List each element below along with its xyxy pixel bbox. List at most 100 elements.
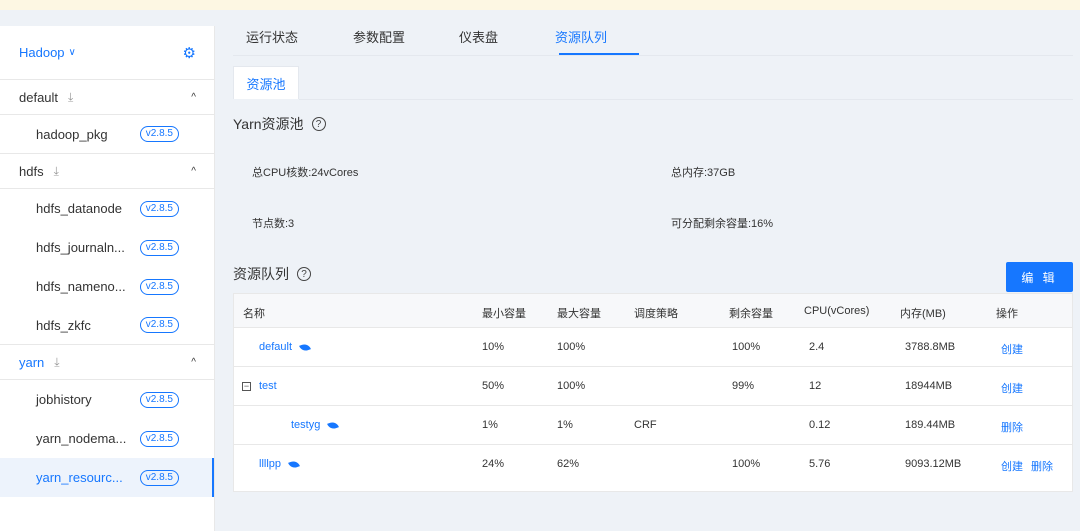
queue-name[interactable]: testyg <box>291 419 340 431</box>
group-hdfs[interactable]: hdfs ⤓ ^ <box>0 154 214 189</box>
tab-dashboard[interactable]: 仪表盘 <box>459 27 498 46</box>
version-badge: v2.8.5 <box>139 430 179 447</box>
sidebar-item-yarn-nodemanager[interactable]: yarn_nodema... v2.8.5 <box>0 419 214 458</box>
service-name: yarn_resourc... <box>36 470 123 485</box>
queue-table: 名称 最小容量 最大容量 调度策略 剩余容量 CPU(vCores) 内存(MB… <box>233 293 1073 492</box>
total-cpu: 总CPU核数:24vCores <box>252 167 359 179</box>
group-name: default <box>19 89 59 105</box>
table-header: 名称 最小容量 最大容量 调度策略 剩余容量 CPU(vCores) 内存(MB… <box>234 294 1072 328</box>
sidebar-item-hdfs-datanode[interactable]: hdfs_datanode v2.8.5 <box>0 189 214 228</box>
tab-config[interactable]: 参数配置 <box>353 27 405 46</box>
delete-link[interactable]: 删除 <box>1001 422 1023 434</box>
help-icon[interactable]: ? <box>297 267 311 281</box>
edit-button[interactable]: 编 辑 <box>1006 262 1073 292</box>
tab-resource-queue[interactable]: 资源队列 <box>555 27 607 46</box>
table-row: − test 50% 100% 99% 12 18944MB 创建 <box>234 367 1072 406</box>
cpu: 5.76 <box>809 458 831 470</box>
remaining-capacity: 可分配剩余容量:16% <box>671 218 774 230</box>
queue-name[interactable]: llllpp <box>259 458 300 470</box>
version-badge: v2.8.5 <box>139 391 179 408</box>
remaining: 100% <box>732 341 761 353</box>
sidebar-item-yarn-resourcemanager[interactable]: yarn_resourc... v2.8.5 <box>0 458 214 497</box>
col-cpu: CPU(vCores) <box>804 305 870 317</box>
cluster-selector[interactable]: Hadoop ∨ <box>19 45 76 60</box>
service-name: jobhistory <box>36 392 92 407</box>
node-count: 节点数:3 <box>252 218 295 230</box>
memory: 3788.8MB <box>905 341 956 353</box>
version-badge: v2.8.5 <box>139 239 179 256</box>
service-name: hdfs_nameno... <box>36 279 126 294</box>
col-actions: 操作 <box>996 308 1018 320</box>
pool-section-title: Yarn资源池 ? <box>233 114 326 134</box>
sidebar-item-jobhistory[interactable]: jobhistory v2.8.5 <box>0 380 214 419</box>
queue-name[interactable]: default <box>259 341 311 353</box>
min-capacity: 1% <box>482 419 498 431</box>
leaf-icon <box>327 420 340 431</box>
table-row: llllpp 24% 62% 100% 5.76 9093.12MB 创建 删除 <box>234 445 1072 484</box>
version-badge: v2.8.5 <box>139 469 179 486</box>
cpu: 0.12 <box>809 419 831 431</box>
sidebar-header: Hadoop ∨ ⚙ <box>0 26 214 80</box>
total-memory: 总内存:37GB <box>671 167 736 179</box>
download-icon[interactable]: ⤓ <box>54 355 59 370</box>
chevron-down-icon: ∨ <box>68 47 76 58</box>
create-link[interactable]: 创建 <box>1001 461 1023 473</box>
min-capacity: 24% <box>482 458 505 470</box>
delete-link[interactable]: 删除 <box>1031 461 1053 473</box>
min-capacity: 10% <box>482 341 505 353</box>
sidebar-item-hdfs-zkfc[interactable]: hdfs_zkfc v2.8.5 <box>0 306 214 345</box>
memory: 9093.12MB <box>905 458 962 470</box>
max-capacity: 100% <box>557 341 586 353</box>
pool-title: Yarn资源池 <box>233 116 304 132</box>
group-name: hdfs <box>19 163 44 179</box>
notice-bar <box>0 0 1080 10</box>
create-link[interactable]: 创建 <box>1001 383 1023 395</box>
cpu: 12 <box>809 380 822 392</box>
service-name: hadoop_pkg <box>36 126 108 142</box>
gear-icon[interactable]: ⚙ <box>183 44 196 62</box>
subtab-resource-pool[interactable]: 资源池 <box>233 66 299 99</box>
chevron-up-icon[interactable]: ^ <box>191 166 196 177</box>
min-capacity: 50% <box>482 380 505 392</box>
service-name: hdfs_zkfc <box>36 317 91 333</box>
cluster-name: Hadoop <box>19 45 65 60</box>
service-name: hdfs_journaln... <box>36 240 125 255</box>
max-capacity: 62% <box>557 458 580 470</box>
version-badge: v2.8.5 <box>139 317 179 333</box>
group-default[interactable]: default ⤓ ^ <box>0 80 214 115</box>
main-content: 运行状态 参数配置 仪表盘 资源队列 资源池 Yarn资源池 ? 总CPU核数:… <box>215 10 1080 531</box>
col-min: 最小容量 <box>482 308 526 320</box>
col-name: 名称 <box>243 308 265 320</box>
group-yarn[interactable]: yarn ⤓ ^ <box>0 345 214 380</box>
remaining: 100% <box>732 458 761 470</box>
leaf-icon <box>299 342 311 353</box>
remaining: 99% <box>732 380 755 392</box>
sidebar-item-hadoop-pkg[interactable]: hadoop_pkg v2.8.5 <box>0 115 214 154</box>
version-badge: v2.8.5 <box>139 200 179 217</box>
service-name: hdfs_datanode <box>36 201 123 216</box>
help-icon[interactable]: ? <box>311 117 326 131</box>
create-link[interactable]: 创建 <box>1001 344 1023 356</box>
tab-status[interactable]: 运行状态 <box>246 27 298 46</box>
chevron-up-icon[interactable]: ^ <box>191 357 196 368</box>
sidebar-item-hdfs-namenode[interactable]: hdfs_nameno... v2.8.5 <box>0 267 214 306</box>
queue-name[interactable]: − test <box>242 380 277 392</box>
col-memory: 内存(MB) <box>900 308 946 320</box>
queue-title: 资源队列 <box>233 266 289 282</box>
policy: CRF <box>634 419 657 431</box>
memory: 189.44MB <box>905 419 956 431</box>
sidebar-item-hdfs-journalnode[interactable]: hdfs_journaln... v2.8.5 <box>0 228 214 267</box>
download-icon[interactable]: ⤓ <box>54 164 59 179</box>
download-icon[interactable]: ⤓ <box>68 90 73 105</box>
service-name: yarn_nodema... <box>36 431 127 446</box>
table-row: testyg 1% 1% CRF 0.12 189.44MB 删除 <box>234 406 1072 445</box>
version-badge: v2.8.5 <box>139 126 179 142</box>
col-policy: 调度策略 <box>634 308 678 320</box>
table-row: default 10% 100% 100% 2.4 3788.8MB 创建 <box>234 328 1072 367</box>
active-tab-indicator <box>559 53 639 55</box>
memory: 18944MB <box>905 380 953 392</box>
cpu: 2.4 <box>809 341 825 353</box>
collapse-icon[interactable]: − <box>242 381 251 391</box>
chevron-up-icon[interactable]: ^ <box>191 92 196 103</box>
max-capacity: 100% <box>557 380 586 392</box>
